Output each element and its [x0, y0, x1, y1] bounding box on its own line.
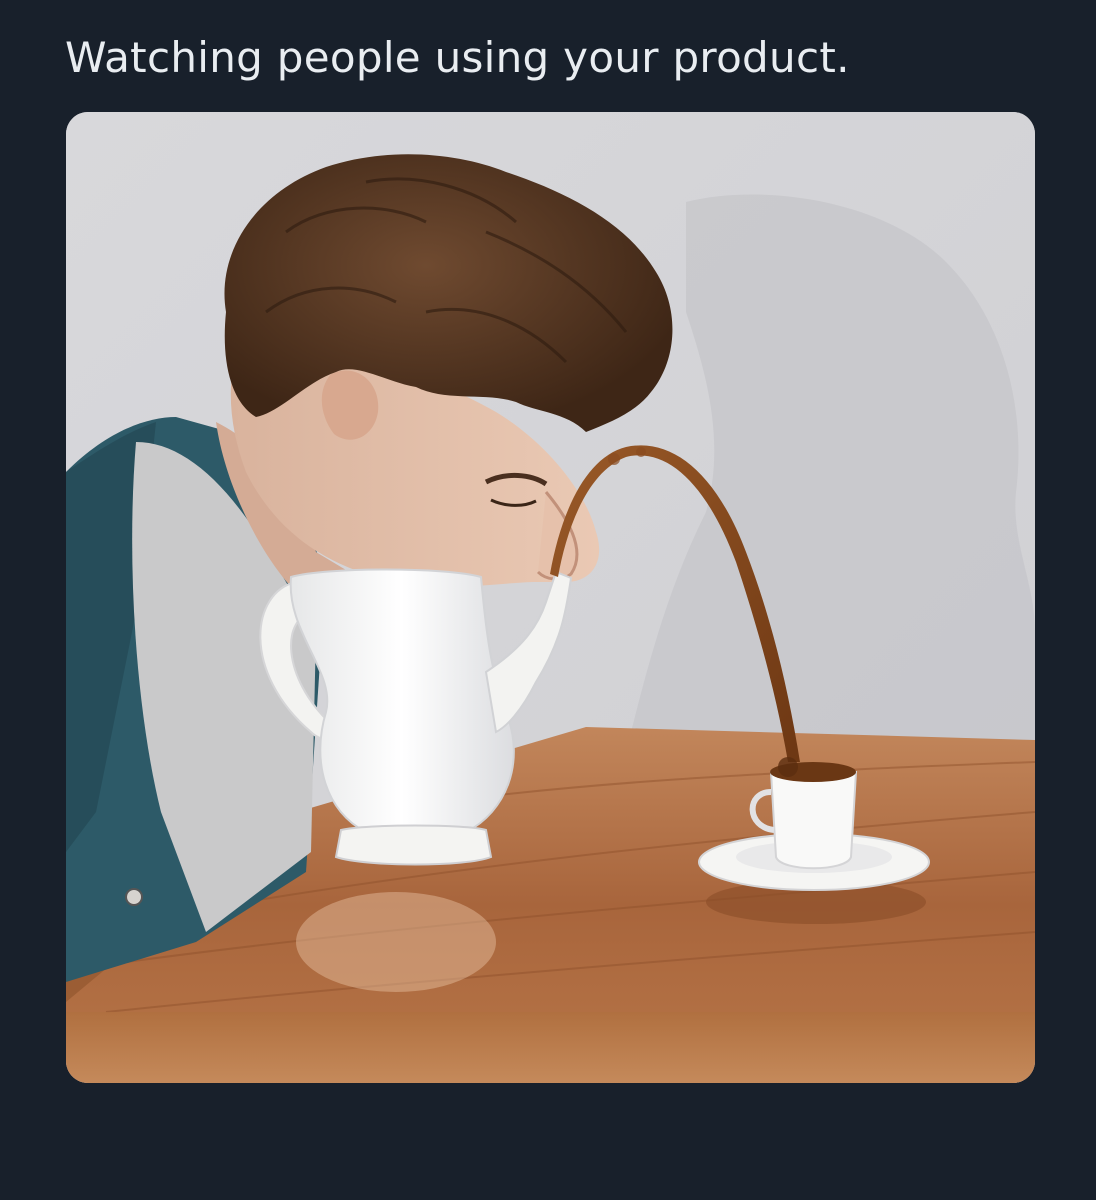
teapot-reflection — [296, 892, 496, 992]
coffee-splash — [778, 757, 798, 777]
teapot-foot — [334, 824, 493, 866]
cardigan-button — [125, 888, 143, 906]
tweet-text: Watching people using your product. — [65, 33, 850, 82]
coffee-cup — [769, 771, 858, 870]
tweet-media-photo[interactable] — [66, 112, 1035, 1083]
table-front — [66, 1012, 1035, 1083]
photo-illustration — [66, 112, 1035, 1083]
